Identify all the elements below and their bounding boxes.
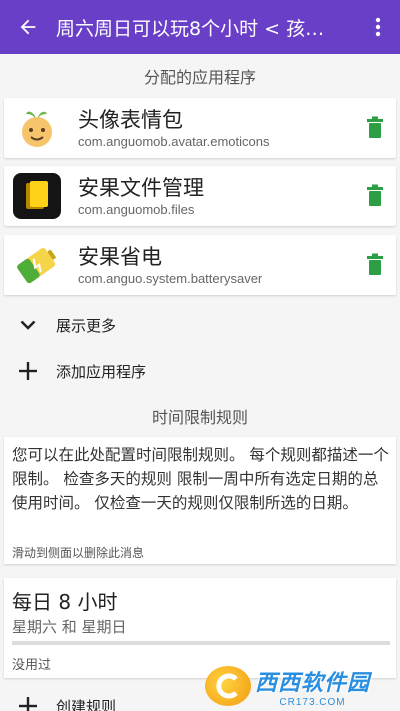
add-app-button[interactable]: 添加应用程序 xyxy=(0,355,400,387)
overflow-menu-button[interactable] xyxy=(356,0,400,54)
rule-card[interactable]: 每日 8 小时 星期六 和 星期日 没用过 xyxy=(4,578,396,678)
plus-icon xyxy=(19,697,37,711)
file-manager-icon xyxy=(12,173,62,219)
watermark-subtext: CR173.COM xyxy=(279,696,346,708)
delete-icon[interactable] xyxy=(366,184,384,206)
info-card[interactable]: 您可以在此处配置时间限制规则。 每个规则都描述一个限制。 检查多天的规则 限制一… xyxy=(4,437,396,564)
app-name: 头像表情包 xyxy=(78,108,183,132)
back-button[interactable] xyxy=(0,0,56,54)
app-card[interactable]: 安果文件管理 com.anguomob.files xyxy=(4,166,396,226)
rules-section-header: 时间限制规则 xyxy=(151,408,248,427)
show-more-label: 展示更多 xyxy=(56,316,117,335)
app-name: 安果文件管理 xyxy=(78,176,204,200)
rule-usage: 没用过 xyxy=(12,658,52,673)
app-bar: 周六周日可以玩8个小时 < 孩… xyxy=(0,0,400,54)
info-text: 您可以在此处配置时间限制规则。 每个规则都描述一个限制。 检查多天的规则 限制一… xyxy=(12,446,389,512)
rule-days: 星期六 和 星期日 xyxy=(12,618,127,636)
app-package: com.anguomob.files xyxy=(78,202,195,217)
watermark-logo-icon xyxy=(205,666,251,706)
battery-icon xyxy=(12,242,62,288)
watermark: 西西软件园 CR173.COM xyxy=(205,664,395,708)
delete-icon[interactable] xyxy=(366,116,384,138)
delete-icon[interactable] xyxy=(366,253,384,275)
emoticon-face-icon xyxy=(12,105,62,151)
show-more-button[interactable]: 展示更多 xyxy=(0,309,400,341)
watermark-text: 西西软件园 xyxy=(255,670,371,696)
create-rule-label: 创建规则 xyxy=(56,697,117,711)
app-package: com.anguo.system.batterysaver xyxy=(78,271,263,286)
arrow-left-icon xyxy=(20,19,36,35)
page-title: 周六周日可以玩8个小时 < 孩… xyxy=(56,17,325,40)
more-vert-icon xyxy=(375,17,381,37)
chevron-down-icon xyxy=(20,320,36,330)
rule-title: 每日 8 小时 xyxy=(12,590,118,614)
app-card[interactable]: 头像表情包 com.anguomob.avatar.emoticons xyxy=(4,98,396,158)
swipe-hint: 滑动到侧面以删除此消息 xyxy=(12,546,145,560)
app-name: 安果省电 xyxy=(78,245,162,269)
app-package: com.anguomob.avatar.emoticons xyxy=(78,134,270,149)
app-card[interactable]: 安果省电 com.anguo.system.batterysaver xyxy=(4,235,396,295)
add-app-label: 添加应用程序 xyxy=(56,362,147,381)
apps-section-header: 分配的应用程序 xyxy=(143,68,256,87)
usage-progress-bar xyxy=(12,641,390,645)
plus-icon xyxy=(19,362,37,380)
